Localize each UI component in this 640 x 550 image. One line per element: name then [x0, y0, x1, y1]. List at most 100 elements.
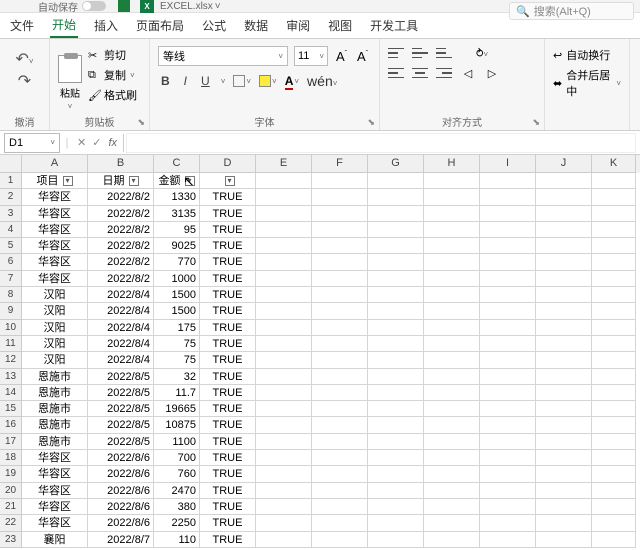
- paste-button[interactable]: 粘贴 ˅: [58, 43, 82, 111]
- cell[interactable]: [368, 352, 424, 368]
- cell[interactable]: [312, 515, 368, 531]
- col-header-J[interactable]: J: [536, 155, 592, 173]
- cell[interactable]: [592, 417, 636, 433]
- cell[interactable]: 700: [154, 450, 200, 466]
- row-header[interactable]: 20: [0, 483, 22, 499]
- cell[interactable]: [424, 515, 480, 531]
- cell[interactable]: [312, 369, 368, 385]
- cell[interactable]: [536, 499, 592, 515]
- cell[interactable]: [536, 189, 592, 205]
- cell[interactable]: 75: [154, 336, 200, 352]
- col-header-A[interactable]: A: [22, 155, 88, 173]
- cell[interactable]: TRUE: [200, 466, 256, 482]
- cell[interactable]: 华容区: [22, 515, 88, 531]
- cell[interactable]: 175: [154, 320, 200, 336]
- cell[interactable]: 760: [154, 466, 200, 482]
- row-header[interactable]: 6: [0, 254, 22, 270]
- cell[interactable]: 华容区: [22, 466, 88, 482]
- fx-icon[interactable]: fx: [104, 137, 121, 149]
- cell[interactable]: [424, 254, 480, 270]
- cell[interactable]: [256, 450, 312, 466]
- cell[interactable]: [256, 303, 312, 319]
- redo-button[interactable]: ↷: [18, 71, 31, 91]
- align-dialog-icon[interactable]: ⬊: [532, 117, 540, 128]
- font-size-select[interactable]: 11˅: [294, 46, 328, 66]
- row-header[interactable]: 10: [0, 320, 22, 336]
- cell[interactable]: [368, 173, 424, 189]
- cell[interactable]: [424, 385, 480, 401]
- cell[interactable]: [312, 287, 368, 303]
- cell[interactable]: 2022/8/2: [88, 254, 154, 270]
- cell[interactable]: [368, 466, 424, 482]
- copy-button[interactable]: ⧉复制˅: [88, 67, 137, 83]
- cell[interactable]: [480, 450, 536, 466]
- cell[interactable]: [312, 499, 368, 515]
- cell[interactable]: TRUE: [200, 450, 256, 466]
- cell[interactable]: [312, 532, 368, 548]
- cell[interactable]: [424, 532, 480, 548]
- cell[interactable]: [592, 303, 636, 319]
- cell[interactable]: 2022/8/4: [88, 303, 154, 319]
- cell[interactable]: [256, 287, 312, 303]
- col-header-I[interactable]: I: [480, 155, 536, 173]
- cell[interactable]: 金额▾: [154, 173, 200, 189]
- cell[interactable]: 380: [154, 499, 200, 515]
- autosave-toggle[interactable]: [82, 1, 106, 11]
- cell[interactable]: [312, 450, 368, 466]
- cell[interactable]: 9025: [154, 238, 200, 254]
- cell[interactable]: [424, 222, 480, 238]
- cell[interactable]: [592, 271, 636, 287]
- decrease-font-button[interactable]: Aˇ: [355, 49, 370, 64]
- cell[interactable]: [368, 515, 424, 531]
- cell[interactable]: [256, 401, 312, 417]
- cell[interactable]: [368, 336, 424, 352]
- undo-button[interactable]: ↶˅: [15, 49, 33, 69]
- file-name[interactable]: EXCEL.xlsx: [160, 1, 213, 12]
- cell[interactable]: [424, 434, 480, 450]
- cell[interactable]: [256, 515, 312, 531]
- align-left-button[interactable]: [388, 66, 404, 80]
- col-header-G[interactable]: G: [368, 155, 424, 173]
- increase-font-button[interactable]: Aˆ: [334, 49, 349, 64]
- cell[interactable]: [256, 369, 312, 385]
- cell[interactable]: [480, 532, 536, 548]
- cell[interactable]: 2022/8/2: [88, 222, 154, 238]
- cell[interactable]: [368, 238, 424, 254]
- cell[interactable]: 恩施市: [22, 401, 88, 417]
- font-family-select[interactable]: 等线˅: [158, 46, 288, 66]
- cell[interactable]: TRUE: [200, 336, 256, 352]
- cell[interactable]: [256, 466, 312, 482]
- row-header[interactable]: 11: [0, 336, 22, 352]
- cell[interactable]: [256, 189, 312, 205]
- bold-button[interactable]: B: [158, 72, 173, 90]
- filter-button[interactable]: ▾: [129, 176, 139, 186]
- row-header[interactable]: 8: [0, 287, 22, 303]
- cell[interactable]: [592, 450, 636, 466]
- cell[interactable]: 2022/8/4: [88, 287, 154, 303]
- cell[interactable]: 2022/8/4: [88, 352, 154, 368]
- cell[interactable]: 汉阳: [22, 352, 88, 368]
- cell[interactable]: 1330: [154, 189, 200, 205]
- font-color-button[interactable]: A˅: [285, 74, 299, 88]
- cell[interactable]: [536, 450, 592, 466]
- cell[interactable]: 2022/8/2: [88, 189, 154, 205]
- col-header-E[interactable]: E: [256, 155, 312, 173]
- cell[interactable]: [592, 434, 636, 450]
- cell[interactable]: [480, 238, 536, 254]
- cell[interactable]: [536, 238, 592, 254]
- cell[interactable]: [536, 336, 592, 352]
- cell[interactable]: 恩施市: [22, 369, 88, 385]
- cell[interactable]: 2022/8/6: [88, 515, 154, 531]
- cell[interactable]: 2022/8/6: [88, 499, 154, 515]
- cell[interactable]: ▾: [200, 173, 256, 189]
- cell[interactable]: [424, 271, 480, 287]
- cell[interactable]: 汉阳: [22, 303, 88, 319]
- cell[interactable]: [312, 238, 368, 254]
- cell[interactable]: [592, 401, 636, 417]
- underline-button[interactable]: U: [198, 72, 213, 90]
- cell[interactable]: 75: [154, 352, 200, 368]
- cell[interactable]: 恩施市: [22, 385, 88, 401]
- cut-button[interactable]: ✂剪切: [88, 47, 137, 63]
- cell[interactable]: TRUE: [200, 320, 256, 336]
- cell[interactable]: [424, 466, 480, 482]
